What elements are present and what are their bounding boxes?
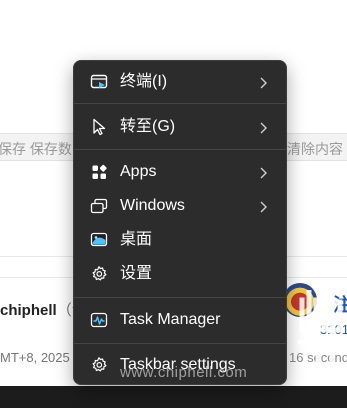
background-clear-text[interactable]: 清除内容 bbox=[287, 139, 343, 159]
chevron-right-icon bbox=[259, 121, 267, 134]
menu-item-terminal[interactable]: 终端(I) bbox=[79, 67, 281, 97]
watermark-url: www.chiphell.com bbox=[120, 364, 248, 381]
menu-separator bbox=[74, 297, 286, 298]
chevron-right-icon bbox=[259, 166, 267, 179]
menu-item-label: Task Manager bbox=[120, 311, 221, 328]
menu-item-task-manager[interactable]: Task Manager bbox=[79, 305, 281, 335]
menu-separator bbox=[74, 343, 286, 344]
menu-item-label: 设置 bbox=[120, 265, 153, 282]
windows-stack-icon bbox=[90, 197, 108, 215]
menu-item-label: 桌面 bbox=[120, 231, 153, 248]
menu-item-goto[interactable]: 转至(G) bbox=[79, 112, 281, 142]
chevron-right-icon bbox=[259, 200, 267, 213]
menu-item-desktop[interactable]: 桌面 bbox=[79, 225, 281, 255]
desktop-icon bbox=[90, 231, 108, 249]
menu-separator bbox=[74, 149, 286, 150]
post-author-name[interactable]: chiphell bbox=[0, 302, 57, 319]
apps-grid-icon bbox=[90, 163, 108, 181]
menu-separator bbox=[74, 103, 286, 104]
menu-item-settings[interactable]: 设置 bbox=[79, 259, 281, 289]
menu-item-apps[interactable]: Apps bbox=[79, 157, 281, 187]
background-save-text: 保存 保存数 bbox=[0, 141, 72, 157]
menu-item-windows[interactable]: Windows bbox=[79, 191, 281, 221]
chevron-right-icon bbox=[259, 76, 267, 89]
taskbar-context-menu: 终端(I) 转至(G) Apps Windows 桌面 设置 Task Mana… bbox=[73, 60, 287, 385]
menu-item-label: 转至(G) bbox=[120, 118, 176, 135]
gear-icon bbox=[90, 356, 108, 374]
cursor-arrow-icon bbox=[90, 118, 108, 136]
terminal-icon bbox=[90, 73, 108, 91]
post-time: MT+8, 2025 bbox=[0, 350, 70, 365]
watermark-logo bbox=[296, 289, 344, 385]
menu-item-label: 终端(I) bbox=[120, 73, 168, 90]
taskbar bbox=[0, 386, 347, 408]
task-manager-icon bbox=[90, 311, 108, 329]
menu-item-label: Windows bbox=[120, 197, 185, 214]
gear-icon bbox=[90, 265, 108, 283]
menu-item-label: Apps bbox=[120, 163, 157, 180]
